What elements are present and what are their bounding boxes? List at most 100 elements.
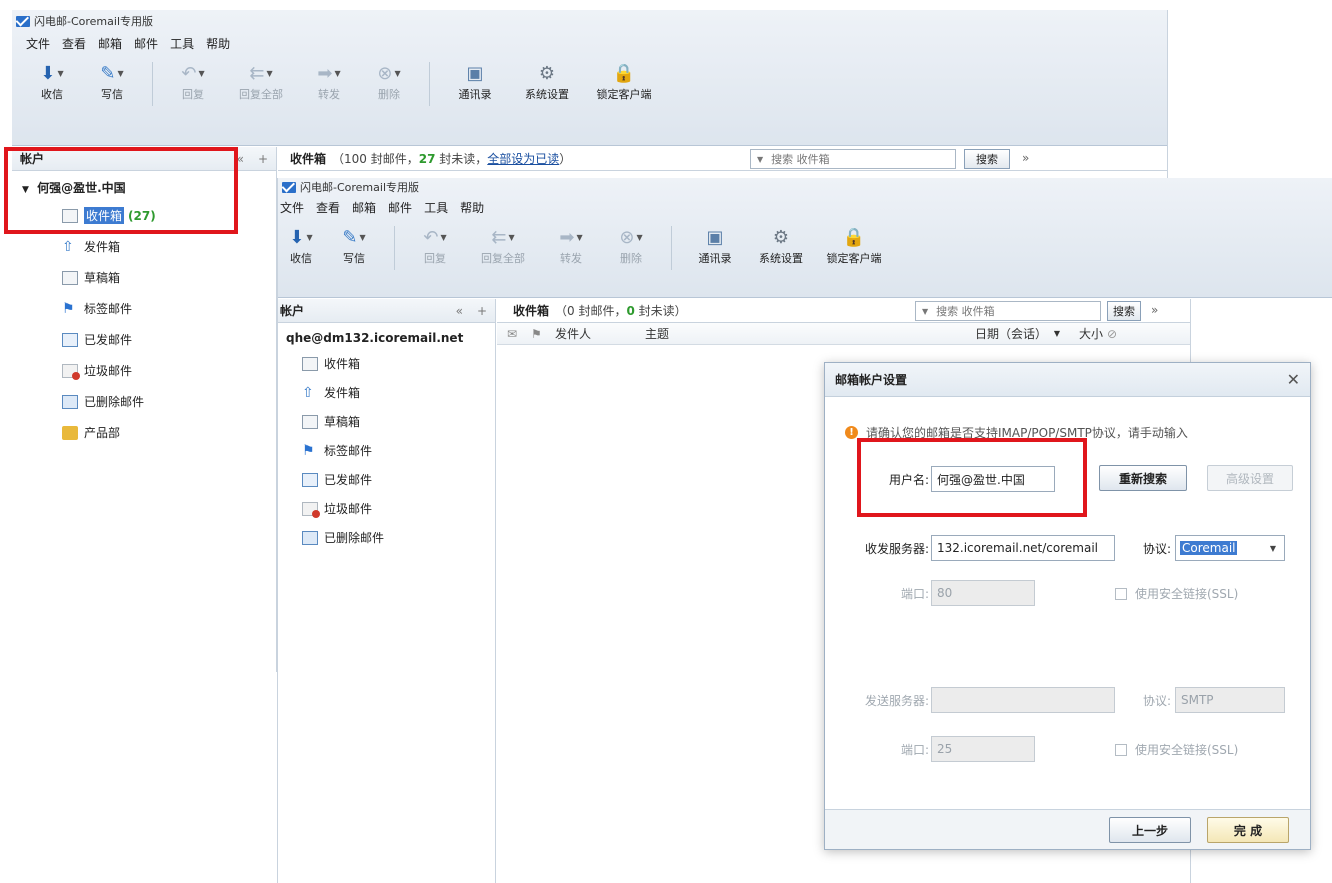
- folder-outbox[interactable]: ⇧ 发件箱: [12, 231, 276, 262]
- front-account-name: qhe@dm132.icoremail.net: [286, 331, 464, 345]
- outgoing-port-value: 25: [937, 742, 953, 756]
- compose-button[interactable]: ✎ ▼ 写信: [82, 60, 142, 102]
- folder-product-dept[interactable]: 产品部: [12, 417, 276, 448]
- menu-view[interactable]: 查看: [316, 199, 340, 216]
- folder-drafts[interactable]: 草稿箱: [12, 262, 276, 293]
- contacts-button[interactable]: ▣ 通讯录: [440, 60, 510, 102]
- dialog-footer: 上一步 完 成: [825, 809, 1310, 849]
- front-account-node[interactable]: qhe@dm132.icoremail.net: [278, 323, 495, 349]
- flag-col-icon[interactable]: ⚑: [523, 327, 547, 341]
- reply-all-button[interactable]: ⇇ ▼ 回复全部: [465, 224, 541, 266]
- back-search-input[interactable]: ▼ 搜索 收件箱: [750, 149, 956, 169]
- folder-drafts[interactable]: 草稿箱: [278, 407, 495, 436]
- folder-deleted[interactable]: 已删除邮件: [278, 523, 495, 552]
- back-search-button[interactable]: 搜索: [964, 149, 1010, 169]
- menu-tools[interactable]: 工具: [424, 199, 448, 216]
- outbox-icon: ⇧: [62, 238, 74, 255]
- menu-mail[interactable]: 邮件: [388, 199, 412, 216]
- forward-button[interactable]: ➡ ▼ 转发: [299, 60, 359, 102]
- reply-button[interactable]: ↶ ▼ 回复: [405, 224, 465, 266]
- search-dropdown-icon[interactable]: ▼: [922, 307, 928, 316]
- menu-help[interactable]: 帮助: [206, 35, 230, 52]
- mark-all-read-link[interactable]: 全部设为已读: [487, 152, 559, 166]
- outgoing-ssl-checkbox[interactable]: 使用安全链接(SSL): [1115, 741, 1238, 758]
- contacts-label: 通讯录: [458, 88, 492, 101]
- advanced-settings-button[interactable]: 高级设置: [1207, 465, 1293, 491]
- close-icon[interactable]: ✕: [1287, 370, 1300, 389]
- col-date[interactable]: 日期（会话）: [935, 325, 1047, 342]
- menu-mailbox[interactable]: 邮箱: [352, 199, 376, 216]
- folder-flagged[interactable]: ⚑ 标签邮件: [278, 436, 495, 465]
- expand-search-icon[interactable]: »: [1151, 303, 1158, 317]
- app-title: 闪电邮-Coremail专用版: [34, 15, 153, 28]
- folder-deleted-label: 已删除邮件: [324, 531, 385, 545]
- menu-help[interactable]: 帮助: [460, 199, 484, 216]
- incoming-server-field[interactable]: 132.icoremail.net/coremail: [931, 535, 1115, 561]
- front-titlebar: 闪电邮-Coremail专用版: [278, 178, 1332, 196]
- protocol-select[interactable]: Coremail ▼: [1175, 535, 1285, 561]
- folder-sent[interactable]: 已发邮件: [12, 324, 276, 355]
- col-subject[interactable]: 主题: [645, 325, 935, 342]
- outgoing-port-field[interactable]: 25: [931, 736, 1035, 762]
- incoming-ssl-checkbox[interactable]: 使用安全链接(SSL): [1115, 585, 1238, 602]
- receive-button[interactable]: ⬇ ▼ 收信: [278, 224, 324, 266]
- menu-view[interactable]: 查看: [62, 35, 86, 52]
- folder-spam[interactable]: 垃圾邮件: [12, 355, 276, 386]
- col-sender[interactable]: 发件人: [547, 325, 645, 342]
- spam-icon: [302, 501, 320, 518]
- forward-button[interactable]: ➡ ▼ 转发: [541, 224, 601, 266]
- read-status-col-icon[interactable]: ✉: [497, 327, 523, 341]
- reply-icon: ↶ ▼: [423, 226, 447, 248]
- add-account-icon[interactable]: +: [258, 152, 268, 166]
- lock-button[interactable]: 🔒 锁定客户端: [584, 60, 664, 102]
- lock-button[interactable]: 🔒 锁定客户端: [814, 224, 894, 266]
- reply-all-icon: ⇇ ▼: [491, 226, 515, 248]
- col-size[interactable]: 大小: [1067, 325, 1103, 342]
- contacts-button[interactable]: ▣ 通讯录: [682, 224, 748, 266]
- outgoing-server-field[interactable]: [931, 687, 1115, 713]
- folder-icon: [62, 425, 78, 440]
- menu-mailbox[interactable]: 邮箱: [98, 35, 122, 52]
- outgoing-protocol-field[interactable]: SMTP: [1175, 687, 1285, 713]
- collapse-icon[interactable]: «: [456, 304, 463, 318]
- delete-icon: ⊗ ▼: [619, 226, 643, 248]
- finish-button[interactable]: 完 成: [1207, 817, 1289, 843]
- settings-button[interactable]: ⚙ 系统设置: [510, 60, 584, 102]
- address-book-icon: ▣: [706, 226, 724, 248]
- menu-mail[interactable]: 邮件: [134, 35, 158, 52]
- expand-search-icon[interactable]: »: [1022, 151, 1029, 165]
- folder-outbox[interactable]: ⇧ 发件箱: [278, 378, 495, 407]
- toolbar-separator: [394, 226, 395, 270]
- accounts-label: 帐户: [280, 304, 305, 318]
- search-dropdown-icon[interactable]: ▼: [757, 155, 763, 164]
- attachment-col-icon[interactable]: ⊘: [1103, 327, 1121, 341]
- folder-deleted[interactable]: 已删除邮件: [12, 386, 276, 417]
- settings-button[interactable]: ⚙ 系统设置: [748, 224, 814, 266]
- menu-file[interactable]: 文件: [280, 199, 304, 216]
- spam-icon: [62, 363, 80, 380]
- outgoing-port-label: 端口:: [900, 743, 929, 757]
- front-search-placeholder: 搜索 收件箱: [936, 305, 995, 318]
- delete-button[interactable]: ⊗ ▼ 删除: [601, 224, 661, 266]
- research-button[interactable]: 重新搜索: [1099, 465, 1187, 491]
- receive-button[interactable]: ⬇ ▼ 收信: [22, 60, 82, 102]
- gear-icon: ⚙: [538, 62, 556, 84]
- compose-icon: ✎ ▼: [100, 62, 124, 84]
- add-account-icon[interactable]: +: [477, 304, 487, 318]
- folder-sent[interactable]: 已发邮件: [278, 465, 495, 494]
- folder-inbox[interactable]: 收件箱: [278, 349, 495, 378]
- front-search-input[interactable]: ▼ 搜索 收件箱: [915, 301, 1101, 321]
- menu-tools[interactable]: 工具: [170, 35, 194, 52]
- reply-button[interactable]: ↶ ▼ 回复: [163, 60, 223, 102]
- folder-flagged[interactable]: ⚑ 标签邮件: [12, 293, 276, 324]
- menu-file[interactable]: 文件: [26, 35, 50, 52]
- sort-arrow-icon[interactable]: ▼: [1047, 329, 1067, 338]
- delete-button[interactable]: ⊗ ▼ 删除: [359, 60, 419, 102]
- front-search-button[interactable]: 搜索: [1107, 301, 1141, 321]
- reply-all-button[interactable]: ⇇ ▼ 回复全部: [223, 60, 299, 102]
- compose-button[interactable]: ✎ ▼ 写信: [324, 224, 384, 266]
- dialog-title: 邮箱帐户设置: [835, 373, 908, 387]
- incoming-port-field[interactable]: 80: [931, 580, 1035, 606]
- folder-spam[interactable]: 垃圾邮件: [278, 494, 495, 523]
- prev-step-button[interactable]: 上一步: [1109, 817, 1191, 843]
